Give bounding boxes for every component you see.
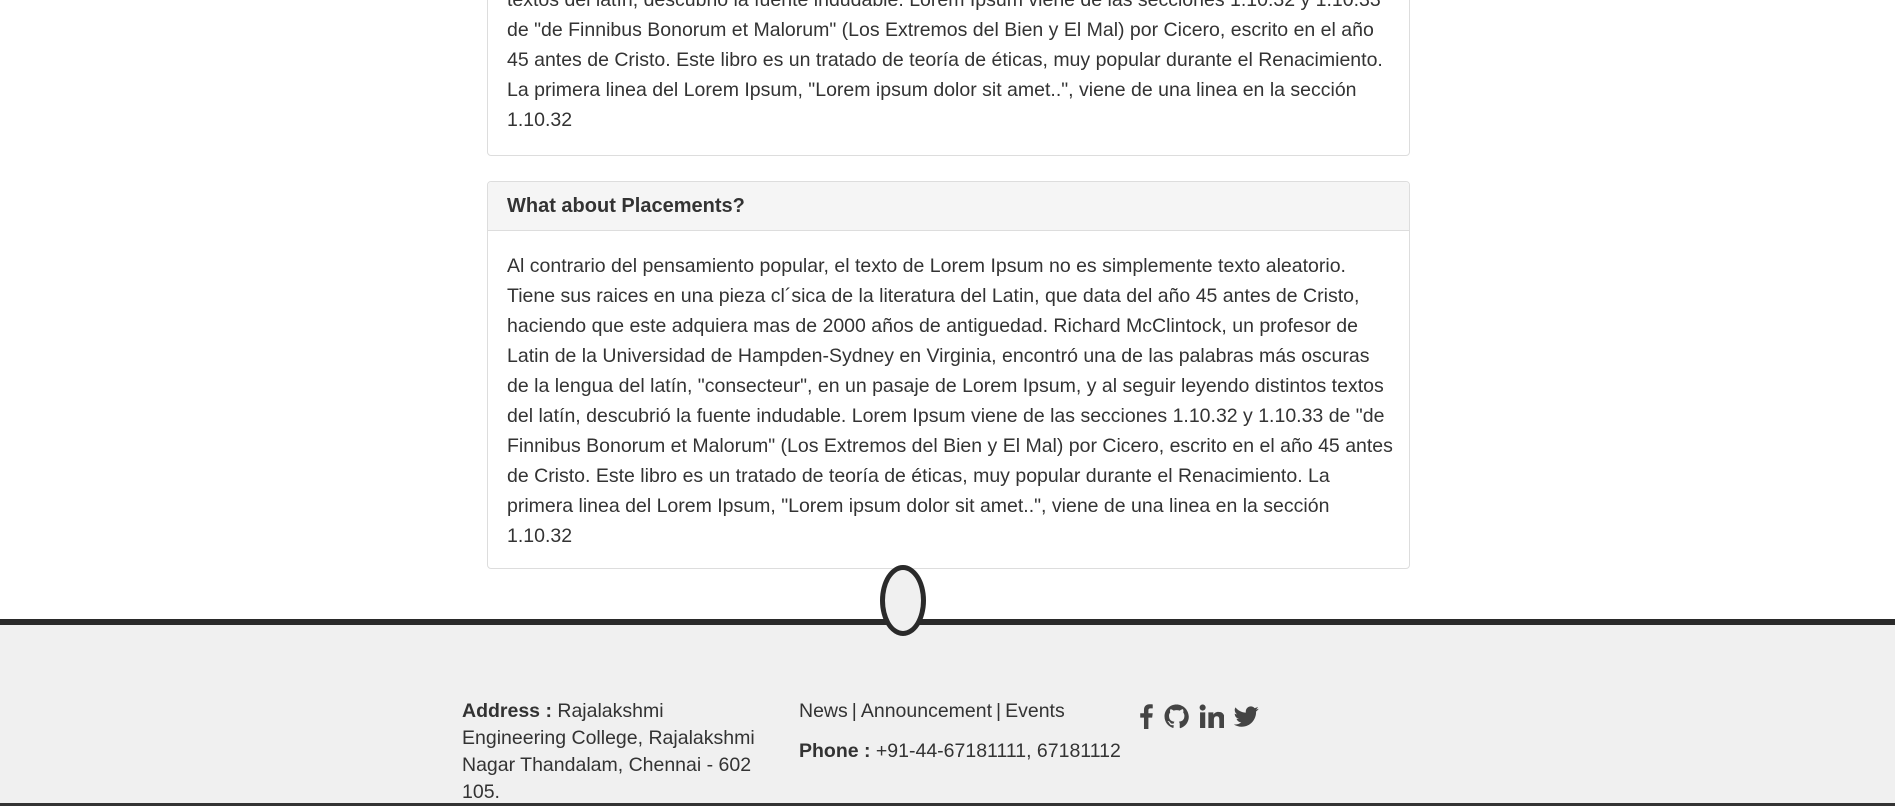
phone-label: Phone :: [799, 740, 871, 762]
social-links: [1138, 704, 1259, 729]
footer-phone: Phone : +91-44-67181111, 67181112: [799, 738, 1121, 765]
faq-panel-previous: textos del latín, descubrió la fuente in…: [487, 0, 1410, 156]
twitter-icon[interactable]: [1234, 704, 1259, 729]
panel-body-text: textos del latín, descubrió la fuente in…: [507, 0, 1383, 131]
facebook-icon[interactable]: [1138, 704, 1154, 729]
events-link[interactable]: Events: [1005, 700, 1065, 722]
footer-links: News | Announcement | Events: [799, 698, 1065, 725]
page: textos del latín, descubrió la fuente in…: [0, 0, 1895, 806]
news-link[interactable]: News: [799, 700, 848, 722]
panel-body: textos del latín, descubrió la fuente in…: [507, 0, 1393, 135]
address-label: Address :: [462, 700, 552, 722]
github-icon[interactable]: [1164, 704, 1189, 729]
link-separator: |: [996, 700, 1002, 722]
faq-panel-placements: What about Placements? Al contrario del …: [487, 181, 1410, 569]
link-separator: |: [851, 700, 857, 722]
scroll-top-button[interactable]: [880, 565, 926, 636]
panel-body-text: Al contrario del pensamiento popular, el…: [507, 255, 1393, 547]
linkedin-icon[interactable]: [1199, 704, 1224, 729]
phone-text: +91-44-67181111, 67181112: [875, 740, 1121, 762]
footer-address: Address : Rajalakshmi Engineering Colleg…: [462, 698, 772, 806]
panel-heading: What about Placements?: [488, 182, 1409, 231]
panel-body: Al contrario del pensamiento popular, el…: [488, 231, 1409, 551]
announcement-link[interactable]: Announcement: [861, 700, 992, 722]
